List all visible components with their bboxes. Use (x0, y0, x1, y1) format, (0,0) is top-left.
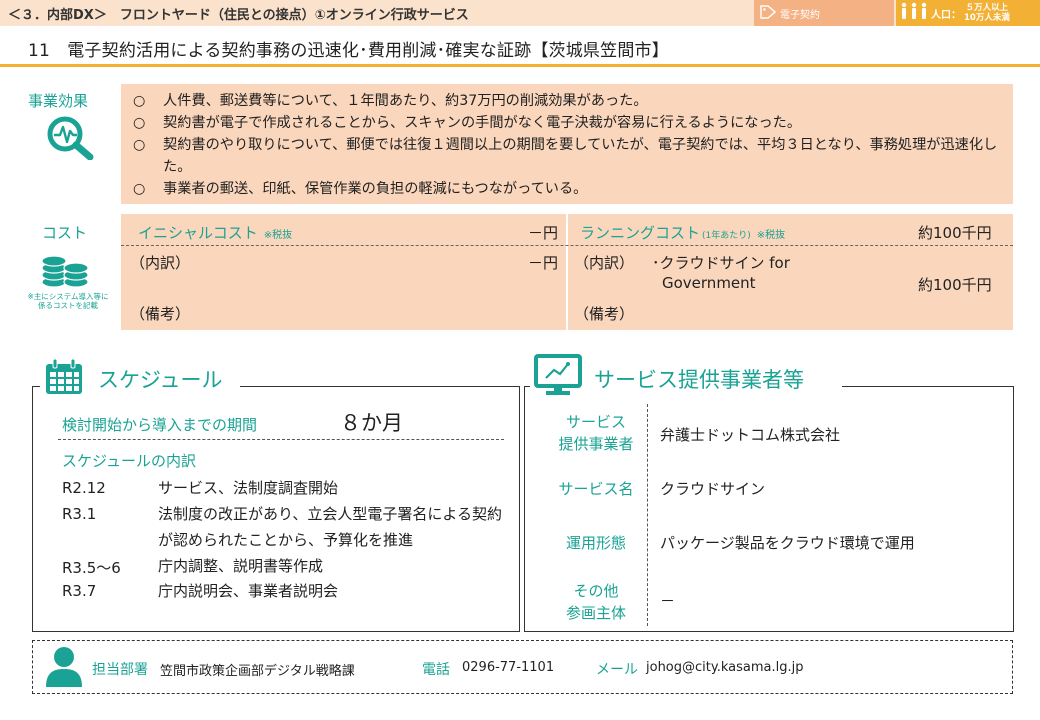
population-label: 人口： (931, 9, 961, 21)
cost-label: コスト (42, 224, 88, 242)
contact-dept-value: 笠間市政策企画部デジタル戦略課 (160, 664, 355, 679)
effects-panel: ○ 人件費、郵送費等について、１年間あたり、約37万円の削減効果があった。 ○ 契約… (121, 84, 1013, 204)
schedule-row-text: 庁内説明会、事業者説明会 (158, 582, 339, 600)
initial-breakdown-label: （内訳） (130, 254, 191, 272)
cost-note: ※主にシステム導入等に係るコストを記載 (27, 292, 109, 310)
monitor-icon (534, 354, 582, 400)
tag-contract-label: 電子契約 (780, 9, 820, 21)
person-icon (44, 646, 84, 692)
effects-item: ○ 人件費、郵送費等について、１年間あたり、約37万円の削減効果があった。 (133, 93, 648, 109)
title-divider (0, 64, 1040, 67)
schedule-divider (58, 439, 504, 440)
effects-item: ○ 契約書のやり取りについて、郵便では往復１週間以上の期間を要していたが、電子契約… (133, 137, 998, 175)
contact-dept-label: 担当部署 (92, 662, 148, 678)
provider-row-value: パッケージ製品をクラウド環境で運用 (660, 534, 915, 552)
provider-row-label: サービス名 (558, 480, 634, 498)
cost-column-divider (566, 214, 568, 330)
cost-heading-divider (121, 245, 1013, 246)
schedule-row-date: R2.12 (62, 479, 106, 497)
running-item-name: ･クラウドサイン for (652, 254, 790, 272)
provider-row-label: その他 参画主体 (565, 582, 626, 622)
tag-population: 人口： ５万人以上 10万人未満 (896, 0, 1040, 26)
running-item-amount: 約100千円 (918, 276, 992, 294)
tag-electronic-contract: 電子契約 (754, 0, 894, 26)
initial-cost-heading: イニシャルコスト ※税抜 (138, 224, 293, 242)
schedule-period-value: ８か月 (340, 411, 403, 435)
contact-mail-label: メール (596, 662, 638, 678)
schedule-row-text: 庁内調整、説明書等作成 (158, 557, 324, 575)
schedule-period-label: 検討開始から導入までの期間 (62, 416, 258, 434)
effects-label: 事業効果 (28, 92, 89, 110)
magnifier-chart-icon (46, 116, 96, 164)
schedule-row-text: サービス、法制度調査開始 (158, 479, 339, 497)
schedule-row-text: 法制度の改正があり、立会人型電子署名による契約が認められたことから、予算化を推進 (158, 505, 502, 549)
schedule-row-date: R3.1 (62, 505, 97, 523)
schedule-title: スケジュール (98, 368, 223, 392)
provider-row-label: 運用形態 (565, 534, 626, 552)
running-item-name-2: Government (662, 274, 756, 292)
contact-phone-value: 0296-77-1101 (462, 660, 555, 675)
provider-row-value: － (660, 592, 676, 610)
page-title: 11 電子契約活用による契約事務の迅速化･費用削減･確実な証跡【茨城県笠間市】 (28, 41, 669, 61)
provider-title: サービス提供事業者等 (594, 368, 804, 392)
initial-remarks-label: （備考） (130, 305, 191, 323)
schedule-row-date: R3.5～6 (62, 559, 121, 577)
effects-item: ○ 事業者の郵送、印紙、保管作業の負担の軽減にもつながっている。 (133, 181, 588, 197)
running-cost-amount: 約100千円 (918, 224, 992, 242)
effects-list: ○ 人件費、郵送費等について、１年間あたり、約37万円の削減効果があった。 ○ 契約… (133, 90, 1003, 200)
running-remarks-label: （備考） (574, 305, 635, 323)
schedule-row-date: R3.7 (62, 582, 97, 600)
header-title: ＜３．内部DX＞ フロントヤード（住民との接点）①オンライン行政サービス (8, 8, 469, 23)
provider-column-divider (647, 404, 648, 626)
running-cost-heading: ランニングコスト (1年あたり) ※税抜 (580, 224, 786, 242)
provider-row-value: 弁護士ドットコム株式会社 (660, 426, 841, 444)
provider-row-label: サービス 提供事業者 (558, 413, 634, 453)
population-range: ５万人以上 10万人未満 (964, 3, 1010, 23)
contact-phone-label: 電話 (422, 662, 450, 678)
tag-icon (760, 4, 777, 22)
initial-cost-amount: －円 (528, 224, 559, 242)
calendar-icon (44, 358, 84, 400)
contact-mail-value[interactable]: johog@city.kasama.lg.jp (646, 660, 803, 675)
schedule-breakdown-label: スケジュールの内訳 (62, 452, 196, 470)
initial-breakdown-amount: －円 (528, 254, 559, 272)
coins-icon (40, 248, 90, 294)
effects-item: ○ 契約書が電子で作成されることから、スキャンの手間がなく電子決裁が容易に行えるよ… (133, 115, 802, 131)
running-breakdown-label: （内訳） (574, 254, 635, 272)
provider-row-value: クラウドサイン (660, 480, 766, 498)
people-icon (900, 2, 928, 24)
